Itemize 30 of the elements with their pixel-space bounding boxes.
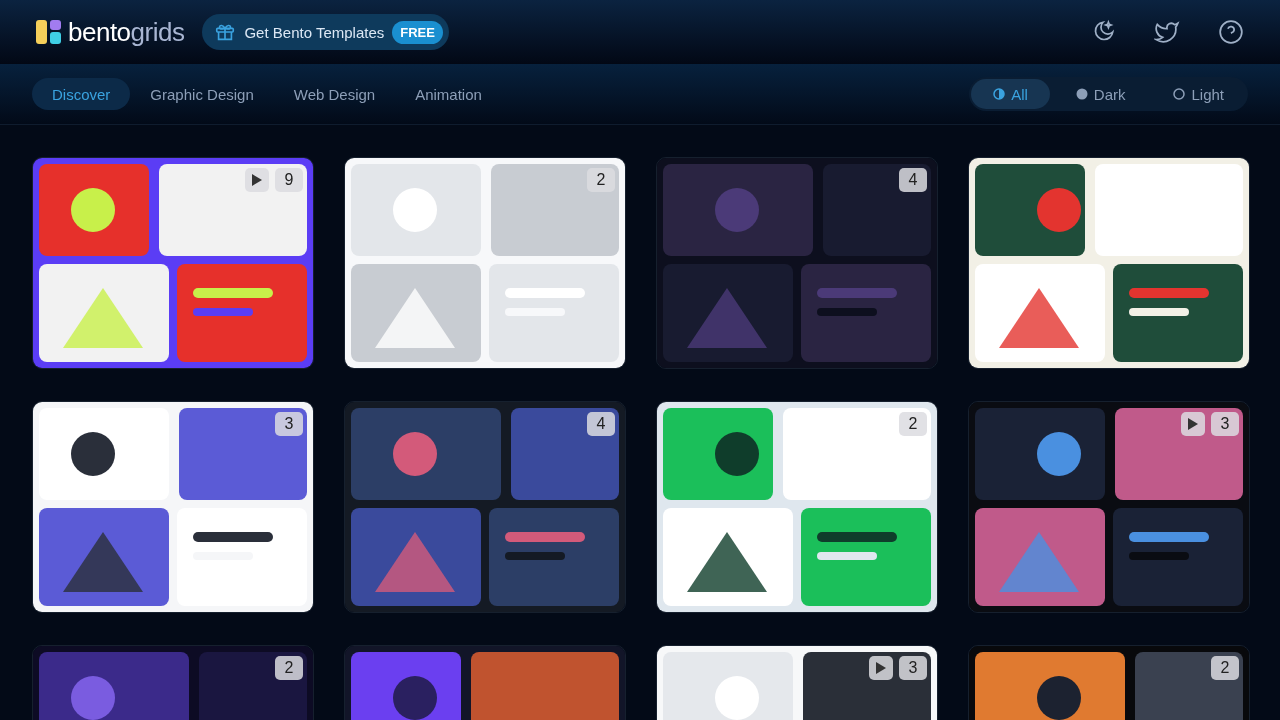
play-icon [869,656,893,680]
theme-filter-button[interactable]: Dark [1053,79,1148,109]
templates-button[interactable]: Get Bento Templates FREE [202,14,449,50]
category-tab[interactable]: Animation [395,78,502,110]
logo-text[interactable]: grids [130,16,185,48]
bird-icon[interactable] [1154,19,1180,45]
theme-filter-button[interactable]: Light [1151,79,1246,109]
image-count: 2 [275,656,303,680]
logo-icon [36,19,62,45]
help-icon[interactable] [1218,19,1244,45]
category-tab[interactable]: Web Design [273,78,396,110]
logo-text[interactable]: bento [68,16,131,48]
image-count: 3 [899,656,927,680]
circle-icon [1173,88,1186,100]
theme-filter-button[interactable]: All [971,79,1050,109]
image-count: 9 [275,168,303,192]
image-count: 4 [587,412,615,436]
image-count: 2 [587,168,615,192]
category-tab[interactable]: Graphic Design [130,78,274,110]
category-tab[interactable]: Discover [32,78,131,110]
half-circle-icon [993,88,1006,100]
image-count: 2 [1211,656,1239,680]
image-count: 4 [899,168,927,192]
image-count: 3 [275,412,303,436]
play-icon [1181,412,1205,436]
image-count: 2 [899,412,927,436]
image-count: 3 [1211,412,1239,436]
free-badge: FREE [392,20,443,44]
play-icon [245,168,269,192]
filled-circle-icon [1075,88,1088,100]
